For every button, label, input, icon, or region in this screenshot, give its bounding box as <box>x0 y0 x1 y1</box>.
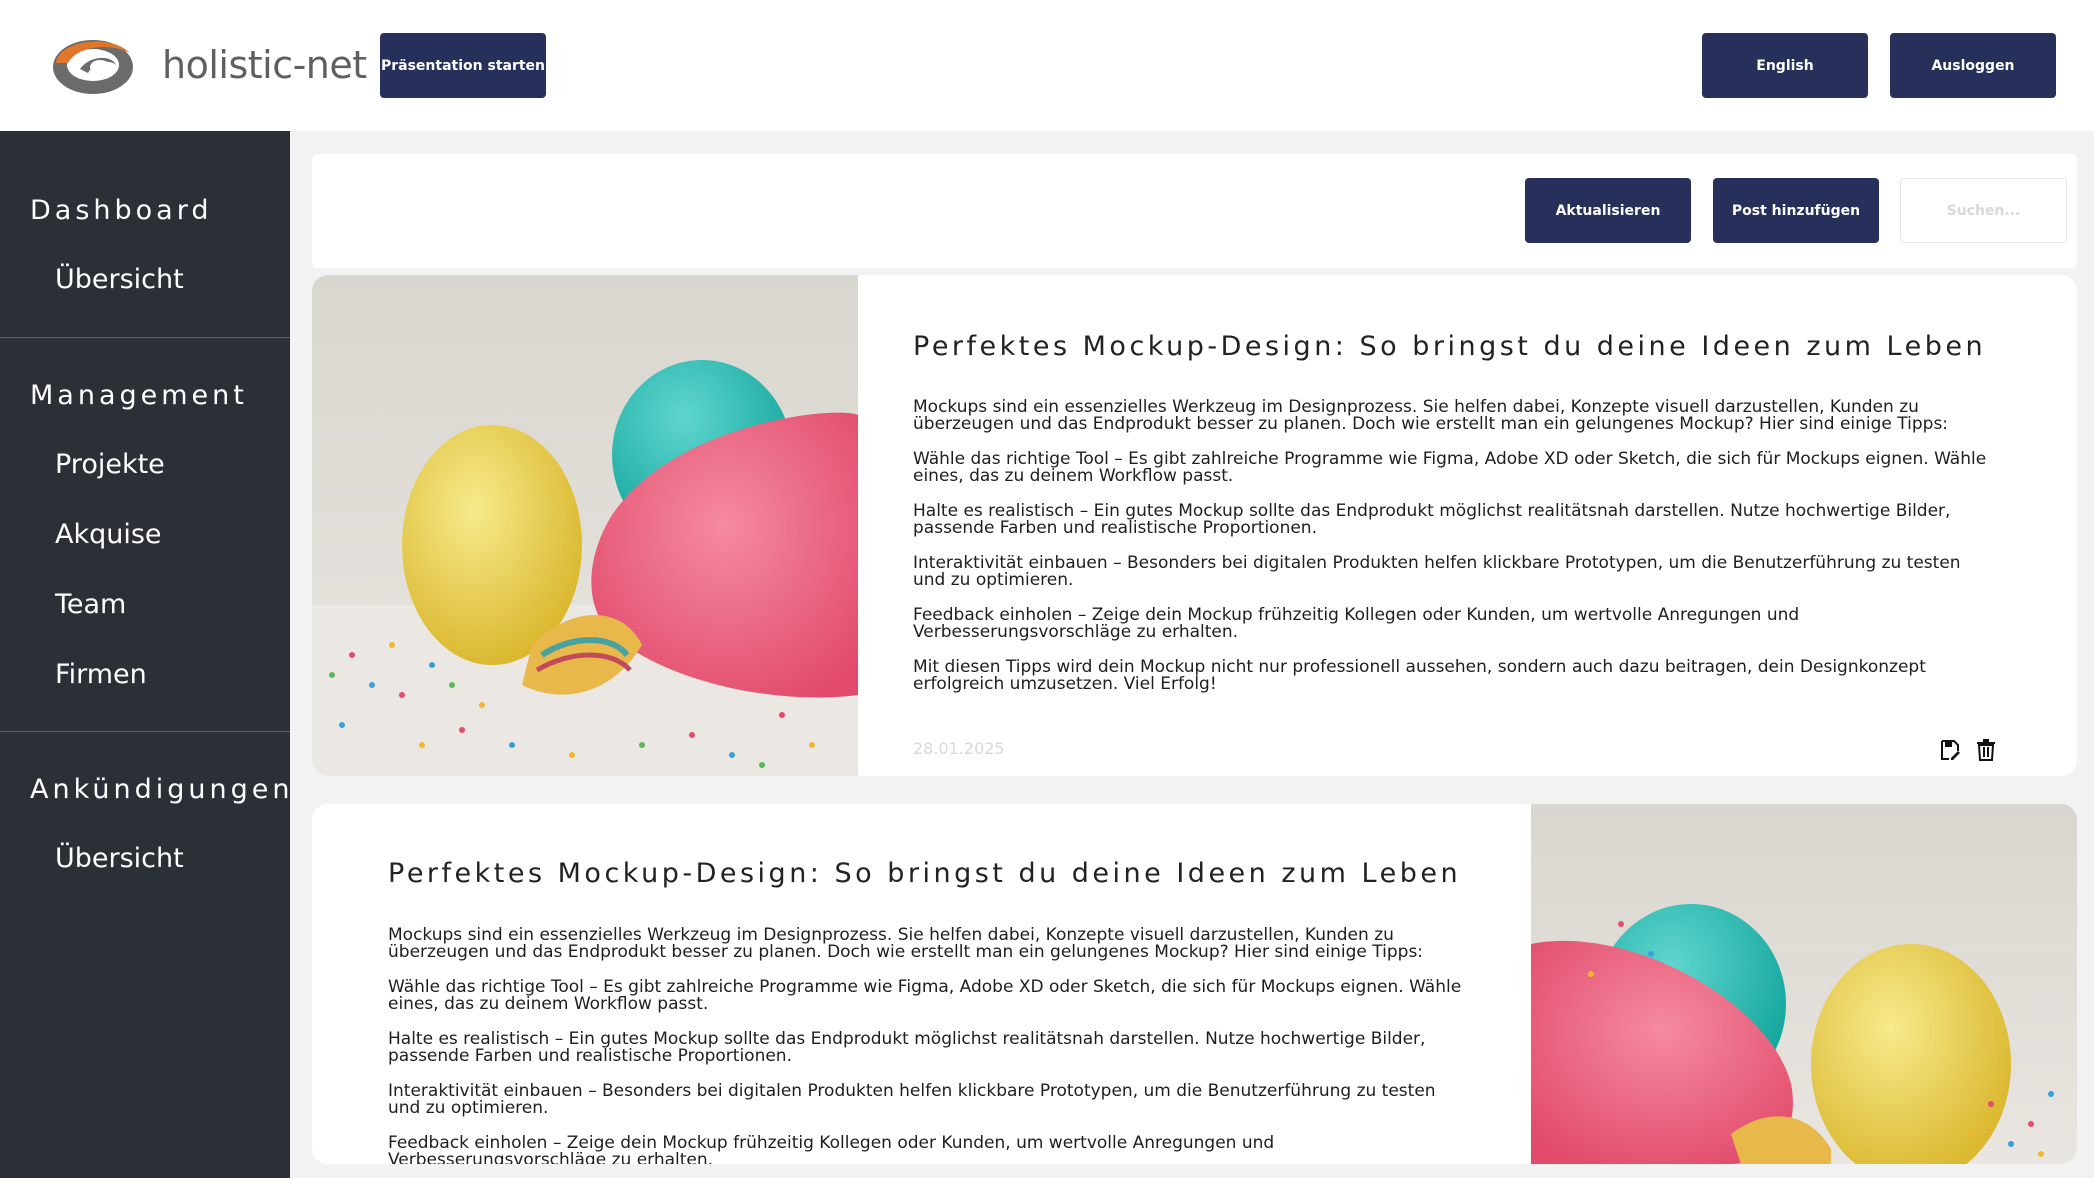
search-input[interactable] <box>1900 178 2067 243</box>
logo-text: holistic-net <box>162 43 367 87</box>
post-card: Perfektes Mockup-Design: So bringst du d… <box>312 275 2077 776</box>
post-title: Perfektes Mockup-Design: So bringst du d… <box>913 331 1987 362</box>
post-paragraph: Feedback einholen – Zeige dein Mockup fr… <box>913 605 1800 642</box>
post-paragraph: Feedback einholen – Zeige dein Mockup fr… <box>388 1133 1275 1165</box>
post-image <box>312 275 858 776</box>
sidebar-item-team[interactable]: Team <box>55 589 126 620</box>
refresh-button[interactable]: Aktualisieren <box>1525 178 1691 243</box>
logout-button[interactable]: Ausloggen <box>1890 33 2056 98</box>
edit-icon[interactable] <box>1937 737 1963 763</box>
top-bar: holistic-net Präsentation starten Englis… <box>0 0 2094 131</box>
sidebar-item-firmen[interactable]: Firmen <box>55 659 147 690</box>
post-paragraph: Mit diesen Tipps wird dein Mockup nicht … <box>913 657 1926 694</box>
logo[interactable]: holistic-net <box>50 30 367 100</box>
balloons-image <box>1531 804 2077 1164</box>
sidebar-divider <box>0 731 290 732</box>
post-image <box>1531 804 2077 1164</box>
add-post-button[interactable]: Post hinzufügen <box>1713 178 1879 243</box>
post-title: Perfektes Mockup-Design: So bringst du d… <box>388 858 1462 889</box>
post-paragraph: Interaktivität einbauen – Besonders bei … <box>913 553 1961 590</box>
balloons-image <box>312 275 858 776</box>
post-paragraph: Mockups sind ein essenzielles Werkzeug i… <box>913 397 1949 434</box>
sidebar-heading-announcements: Ankündigungen <box>30 774 294 805</box>
sidebar-item-announcements-overview[interactable]: Übersicht <box>55 843 184 874</box>
post-paragraph: Wähle das richtige Tool – Es gibt zahlre… <box>388 977 1462 1014</box>
trash-icon[interactable] <box>1973 737 1999 763</box>
post-card: Perfektes Mockup-Design: So bringst du d… <box>312 804 2077 1164</box>
start-presentation-button[interactable]: Präsentation starten <box>380 33 546 98</box>
sidebar-heading-dashboard: Dashboard <box>30 195 213 226</box>
language-button[interactable]: English <box>1702 33 1868 98</box>
post-paragraph: Halte es realistisch – Ein gutes Mockup … <box>913 501 1951 538</box>
post-body: Mockups sind ein essenzielles Werkzeug i… <box>388 925 1468 1165</box>
sidebar-heading-management: Management <box>30 380 248 411</box>
post-paragraph: Halte es realistisch – Ein gutes Mockup … <box>388 1029 1426 1066</box>
post-paragraph: Interaktivität einbauen – Besonders bei … <box>388 1081 1436 1118</box>
sidebar-divider <box>0 337 290 338</box>
post-paragraph: Mockups sind ein essenzielles Werkzeug i… <box>388 925 1424 962</box>
sidebar-item-projekte[interactable]: Projekte <box>55 449 165 480</box>
post-date: 28.01.2025 <box>913 739 1005 758</box>
sidebar-item-akquise[interactable]: Akquise <box>55 519 162 550</box>
holistic-net-logo-icon <box>53 40 133 94</box>
post-body: Mockups sind ein essenzielles Werkzeug i… <box>913 399 1993 711</box>
post-paragraph: Wähle das richtige Tool – Es gibt zahlre… <box>913 449 1987 486</box>
sidebar-item-dashboard-overview[interactable]: Übersicht <box>55 264 184 295</box>
sidebar: Dashboard Übersicht Management Projekte … <box>0 131 290 1178</box>
